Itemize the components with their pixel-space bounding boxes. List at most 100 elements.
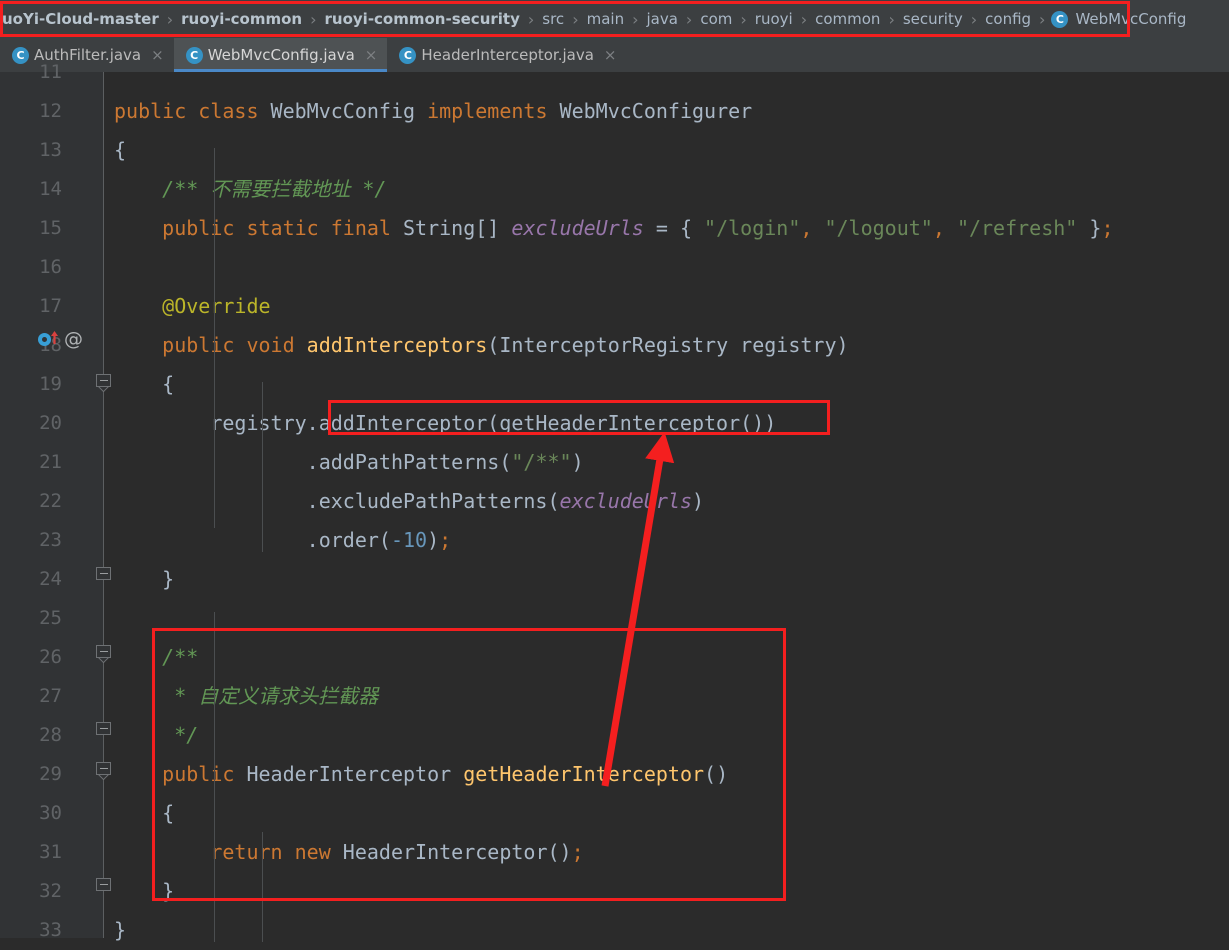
code-line-23[interactable]: .order(-10); (104, 521, 1229, 560)
code-token: ) (427, 528, 440, 552)
breadcrumb-item-label: main (586, 10, 625, 28)
code-line-22[interactable]: .excludePathPatterns(excludeUrls) (104, 482, 1229, 521)
code-line-20[interactable]: registry.addInterceptor(getHeaderInterce… (104, 404, 1229, 443)
code-line-16[interactable] (104, 248, 1229, 287)
code-line-27[interactable]: * 自定义请求头拦截器 (104, 677, 1229, 716)
code-line-21[interactable]: .addPathPatterns("/**") (104, 443, 1229, 482)
breadcrumb-separator: › (888, 9, 895, 29)
code-line-31[interactable]: return new HeaderInterceptor(); (104, 833, 1229, 872)
breadcrumb-separator: › (572, 9, 579, 29)
code-token: InterceptorRegistry registry (499, 333, 837, 357)
code-token: /** (114, 645, 199, 669)
line-number: 15 (39, 217, 62, 239)
line-number: 25 (39, 607, 62, 629)
code-token: WebMvcConfigurer (559, 99, 753, 123)
code-line-18[interactable]: public void addInterceptors(InterceptorR… (104, 326, 1229, 365)
breadcrumb-separator: › (740, 9, 747, 29)
code-line-12[interactable]: public class WebMvcConfig implements Web… (104, 92, 1229, 131)
fold-collapse-down-icon[interactable] (96, 645, 111, 658)
fold-collapse-up-icon[interactable] (96, 722, 111, 735)
code-line-15[interactable]: public static final String[] excludeUrls… (104, 209, 1229, 248)
code-line-19[interactable]: { (104, 365, 1229, 404)
fold-tip (96, 775, 111, 783)
code-line-26[interactable]: /** (104, 638, 1229, 677)
code-token: public (162, 762, 247, 786)
fold-tip (96, 658, 111, 666)
code-token: HeaderInterceptor() (342, 840, 572, 864)
breadcrumb-item-config[interactable]: config (983, 10, 1033, 28)
code-token: addInterceptors (306, 333, 488, 357)
override-up-arrow-icon[interactable] (50, 330, 59, 345)
line-number: 28 (39, 724, 62, 746)
breadcrumb-separator: › (310, 9, 317, 29)
breadcrumb-separator: › (527, 9, 535, 29)
code-line-28[interactable]: */ (104, 716, 1229, 755)
code-line-14[interactable]: /** 不需要拦截地址 */ (104, 170, 1229, 209)
line-number: 20 (39, 412, 62, 434)
code-token: , (800, 216, 825, 240)
line-number: 14 (39, 178, 62, 200)
breadcrumb-item-src[interactable]: src (540, 10, 566, 28)
line-number: 13 (39, 139, 62, 161)
code-token: "/refresh" (956, 216, 1078, 240)
navigation-breadcrumb[interactable]: uoYi-Cloud-master › ruoyi-common › ruoyi-com… (0, 0, 1229, 38)
breadcrumb-item-webmvcconfig[interactable]: C WebMvcConfig (1051, 10, 1188, 28)
editor-gutter[interactable]: 11 12 13 14 15 16 17 18 19 20 21 22 23 24 25 26 27 28 29 30… (0, 61, 104, 941)
line-number: 11 (39, 61, 62, 83)
code-token: .excludePathPatterns( (114, 489, 560, 513)
code-token: "/logout" (824, 216, 933, 240)
breadcrumb-item-java[interactable]: java (644, 10, 679, 28)
fold-collapse-down-icon[interactable] (96, 762, 111, 775)
code-line-13[interactable]: { (104, 131, 1229, 170)
code-fold-rail (103, 72, 104, 938)
annotation-at-icon[interactable]: @ (64, 330, 83, 349)
breadcrumb-item-com[interactable]: com (698, 10, 734, 28)
code-token: () (704, 762, 729, 786)
code-text-area[interactable]: public class WebMvcConfig implements Web… (104, 72, 1229, 942)
code-token: WebMvcConfig (270, 99, 428, 123)
breadcrumb-item-ruoyi-common[interactable]: ruoyi-common (179, 10, 304, 28)
indent-guide (262, 832, 263, 942)
breadcrumb-item-uoyi-cloud-master[interactable]: uoYi-Cloud-master (0, 10, 161, 28)
code-token: "/**" (511, 450, 572, 474)
code-line-30[interactable]: { (104, 794, 1229, 833)
code-token: = { (643, 216, 705, 240)
code-line-33[interactable]: } (104, 911, 1229, 950)
breadcrumb-item-common[interactable]: common (813, 10, 882, 28)
breadcrumb-item-security[interactable]: security (901, 10, 965, 28)
code-token: @Override (114, 294, 271, 318)
code-line-24[interactable]: } (104, 560, 1229, 599)
code-line-17[interactable]: @Override (104, 287, 1229, 326)
breadcrumb-item-main[interactable]: main (585, 10, 626, 28)
breadcrumb-item-ruoyi[interactable]: ruoyi (753, 10, 795, 28)
fold-tip (96, 387, 111, 395)
code-line-29[interactable]: public HeaderInterceptor getHeaderInterc… (104, 755, 1229, 794)
code-editor[interactable]: 11 12 13 14 15 16 17 18 19 20 21 22 23 24 25 26 27 28 29 30… (0, 61, 1229, 942)
fold-collapse-down-icon[interactable] (96, 374, 111, 387)
breadcrumb-separator: › (685, 9, 693, 29)
code-token: } (114, 567, 175, 591)
code-line-11[interactable] (104, 53, 1229, 92)
code-token: class (198, 99, 271, 123)
fold-collapse-up-icon[interactable] (96, 567, 111, 580)
breadcrumb-item-ruoyi-common-security[interactable]: ruoyi-common-security (323, 10, 522, 28)
breadcrumb-item-label: ruoyi-common-security (324, 10, 520, 28)
code-line-25[interactable] (104, 599, 1229, 638)
code-line-32[interactable]: } (104, 872, 1229, 911)
line-number: 31 (39, 841, 62, 863)
breadcrumb-item-label: ruoyi (754, 10, 793, 28)
code-token: ; (439, 528, 452, 552)
line-number: 23 (39, 529, 62, 551)
breadcrumb-separator: › (632, 9, 639, 29)
breadcrumb-item-label: security (902, 10, 963, 28)
code-token: ; (1101, 216, 1114, 240)
line-number: 27 (39, 685, 62, 707)
code-token: /** 不需要拦截地址 */ (114, 177, 387, 201)
fold-collapse-up-icon[interactable] (96, 878, 111, 891)
breadcrumb-item-label: src (542, 10, 565, 28)
code-token: .addPathPatterns( (114, 450, 512, 474)
code-token: */ (114, 723, 199, 747)
indent-guide (214, 612, 215, 942)
